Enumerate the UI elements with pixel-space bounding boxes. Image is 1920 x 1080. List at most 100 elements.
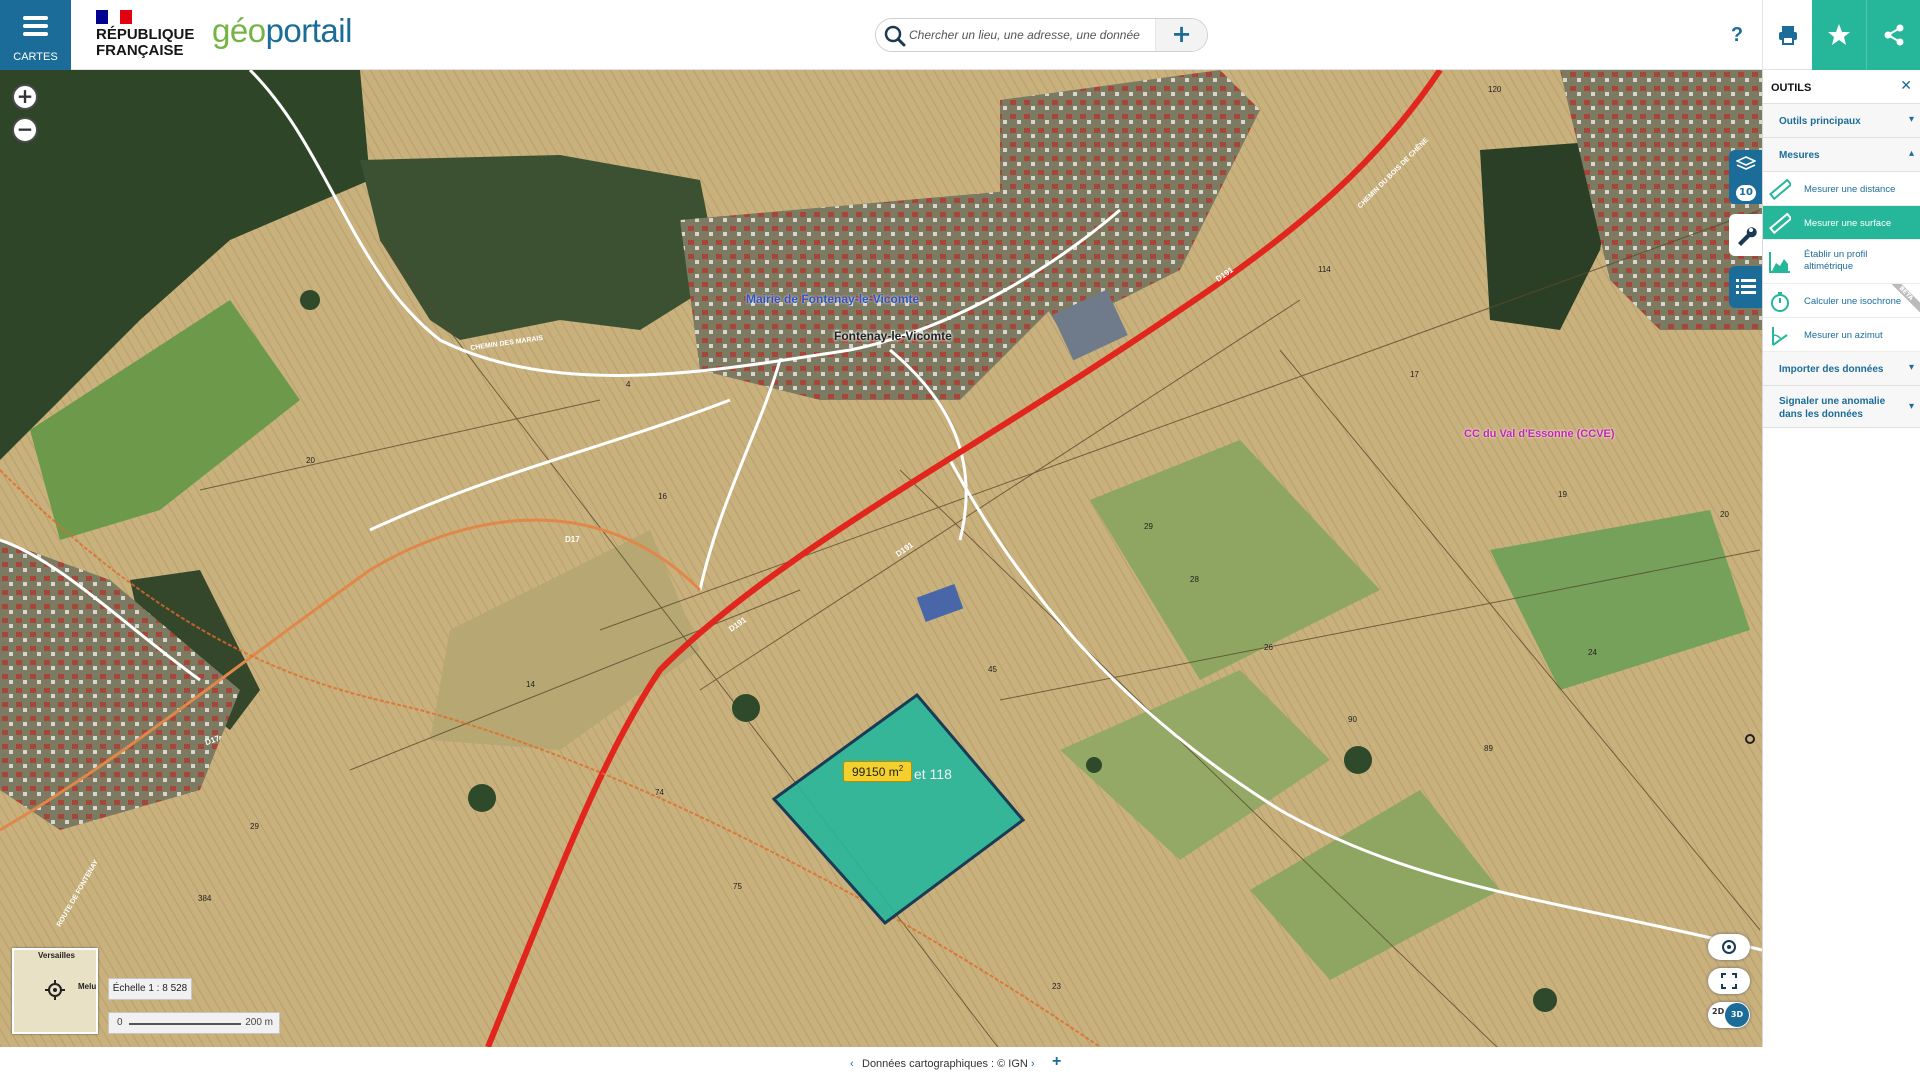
chevron-down-icon: ▾	[1908, 401, 1914, 412]
print-icon	[1778, 26, 1797, 45]
french-flag-icon	[96, 10, 132, 24]
republique-francaise-logo: RÉPUBLIQUE FRANÇAISE	[96, 10, 196, 62]
close-icon[interactable]: ✕	[1900, 78, 1912, 94]
altimetric-profile-item[interactable]: Établir un profil altimétrique	[1763, 240, 1920, 284]
ccve-label: CC du Val d'Essonne (CCVE)	[1464, 428, 1615, 440]
menu-icon	[23, 16, 48, 36]
measure-distance-item[interactable]: Mesurer une distance	[1763, 172, 1920, 206]
layers-count-badge: 10	[1736, 185, 1756, 201]
parcel-number: 90	[1348, 715, 1357, 724]
parcel-number: 14	[526, 680, 535, 689]
search-icon	[884, 25, 906, 47]
footer-right-blank	[1762, 1047, 1920, 1080]
fullscreen-button[interactable]	[1708, 968, 1750, 994]
parcel-number: 20	[1720, 510, 1729, 519]
item-label: Établir un profil altimétrique	[1804, 249, 1868, 272]
scale-ratio: Échelle 1 : 8 528	[108, 978, 192, 1000]
parcel-number: 17	[1410, 370, 1419, 379]
star-icon	[1828, 24, 1850, 45]
tools-panel: OUTILS ✕ Outils principaux ▾ Mesures ▴ M…	[1762, 70, 1920, 1047]
parcel-number: 75	[733, 882, 742, 891]
parcel-number: 29	[1144, 522, 1153, 531]
section-measures[interactable]: Mesures ▴	[1763, 138, 1920, 172]
overview-city-label: Versailles	[38, 951, 75, 960]
map-canvas[interactable]: Mairie de Fontenay-le-Vicomte Fontenay-l…	[0, 70, 1762, 1047]
cartes-menu-button[interactable]: CARTES	[0, 0, 71, 70]
target-icon	[1722, 940, 1736, 954]
crosshair-icon	[45, 980, 65, 1000]
scale-zero: 0	[117, 1017, 123, 1028]
zoom-out-button[interactable]: −	[12, 117, 38, 143]
parcel-number: 28	[1190, 575, 1199, 584]
attribution-footer: ‹ Données cartographiques : © IGN › +	[0, 1047, 1762, 1080]
profile-chart-icon	[1769, 252, 1790, 273]
measurement-result-label: 99150 m2	[843, 761, 913, 782]
compass-angle-icon	[1772, 327, 1788, 346]
toggle-3d[interactable]: 3D	[1725, 1003, 1749, 1027]
overview-map[interactable]: Versailles Melu	[12, 948, 98, 1034]
section-title: Importer des données	[1779, 364, 1884, 375]
section-import[interactable]: Importer des données ▾	[1763, 352, 1920, 386]
tools-panel-header: OUTILS ✕	[1763, 70, 1920, 104]
rf-line1: RÉPUBLIQUE	[96, 26, 195, 43]
attribution-next-button[interactable]: ›	[1031, 1058, 1035, 1070]
tools-tab[interactable]	[1729, 214, 1762, 256]
town-label: Fontenay-le-Vicomte	[834, 329, 952, 343]
legend-tab[interactable]	[1729, 266, 1762, 308]
cartes-label: CARTES	[13, 51, 58, 63]
beta-badge: BETA	[1892, 284, 1920, 312]
item-label: Mesurer une distance	[1804, 184, 1896, 195]
parcel-number: 23	[1052, 982, 1061, 991]
section-main-tools[interactable]: Outils principaux ▾	[1763, 104, 1920, 138]
share-button[interactable]	[1866, 0, 1920, 70]
share-icon	[1884, 24, 1903, 46]
parcel-number: 120	[1488, 85, 1502, 94]
parcel-number: 19	[1558, 490, 1567, 499]
wrench-icon	[1738, 227, 1757, 246]
parcel-number: 29	[250, 822, 259, 831]
azimuth-item[interactable]: Mesurer un azimut	[1763, 318, 1920, 352]
side-tabs: 10	[1729, 150, 1762, 318]
attribution-prev-button[interactable]: ‹	[850, 1058, 854, 1070]
print-button[interactable]	[1762, 0, 1812, 70]
scale-bar: 0 200 m	[108, 1012, 280, 1034]
parcel-number: 89	[1484, 744, 1493, 753]
search-input[interactable]: Chercher un lieu, une adresse, une donné…	[909, 28, 1140, 42]
advanced-search-plus-button[interactable]: +	[1155, 19, 1207, 51]
section-report-anomaly[interactable]: Signaler une anomalie dans les données ▾	[1763, 386, 1920, 428]
search-bar[interactable]: Chercher un lieu, une adresse, une donné…	[875, 18, 1208, 52]
stopwatch-icon	[1771, 292, 1789, 312]
rf-line2: FRANÇAISE	[96, 42, 184, 59]
2d-3d-toggle[interactable]: 2D 3D	[1708, 1002, 1750, 1028]
isochrone-item[interactable]: Calculer une isochrone BETA	[1763, 284, 1920, 318]
measurement-value: 99150 m	[852, 765, 899, 779]
measure-surface-item[interactable]: Mesurer une surface	[1763, 206, 1920, 240]
parcel-number: 45	[988, 665, 997, 674]
layers-tab[interactable]: 10	[1729, 150, 1762, 204]
parcel-number: 24	[1588, 648, 1597, 657]
measurement-unit-exp: 2	[898, 764, 904, 773]
ruler-icon	[1769, 213, 1791, 235]
attribution-more-button[interactable]: +	[1052, 1053, 1061, 1071]
attribution-text: Données cartographiques : © IGN	[862, 1058, 1028, 1070]
parcel-number: 114	[1318, 265, 1331, 274]
parcel-number: 4	[626, 380, 631, 389]
logo-part1: géo	[212, 12, 266, 49]
parcel-number: 26	[1264, 643, 1273, 652]
section-title: Outils principaux	[1779, 116, 1861, 127]
overview-city-label: Melu	[78, 982, 97, 991]
layers-icon	[1736, 156, 1756, 170]
road-d17-label: D17	[565, 535, 580, 544]
section-title: Signaler une anomalie dans les données	[1779, 396, 1886, 420]
ruler-icon	[1769, 179, 1791, 201]
chevron-up-icon: ▴	[1908, 148, 1914, 159]
chevron-down-icon: ▾	[1908, 114, 1914, 125]
zoom-in-button[interactable]: +	[12, 84, 38, 110]
geolocate-button[interactable]	[1708, 934, 1750, 960]
parcel-number: 74	[655, 788, 664, 797]
toggle-2d[interactable]: 2D	[1712, 1007, 1724, 1016]
help-button[interactable]: ?	[1712, 0, 1762, 70]
geoportail-logo[interactable]: géoportail	[212, 12, 352, 50]
list-icon	[1736, 279, 1756, 294]
favorites-button[interactable]	[1812, 0, 1866, 70]
